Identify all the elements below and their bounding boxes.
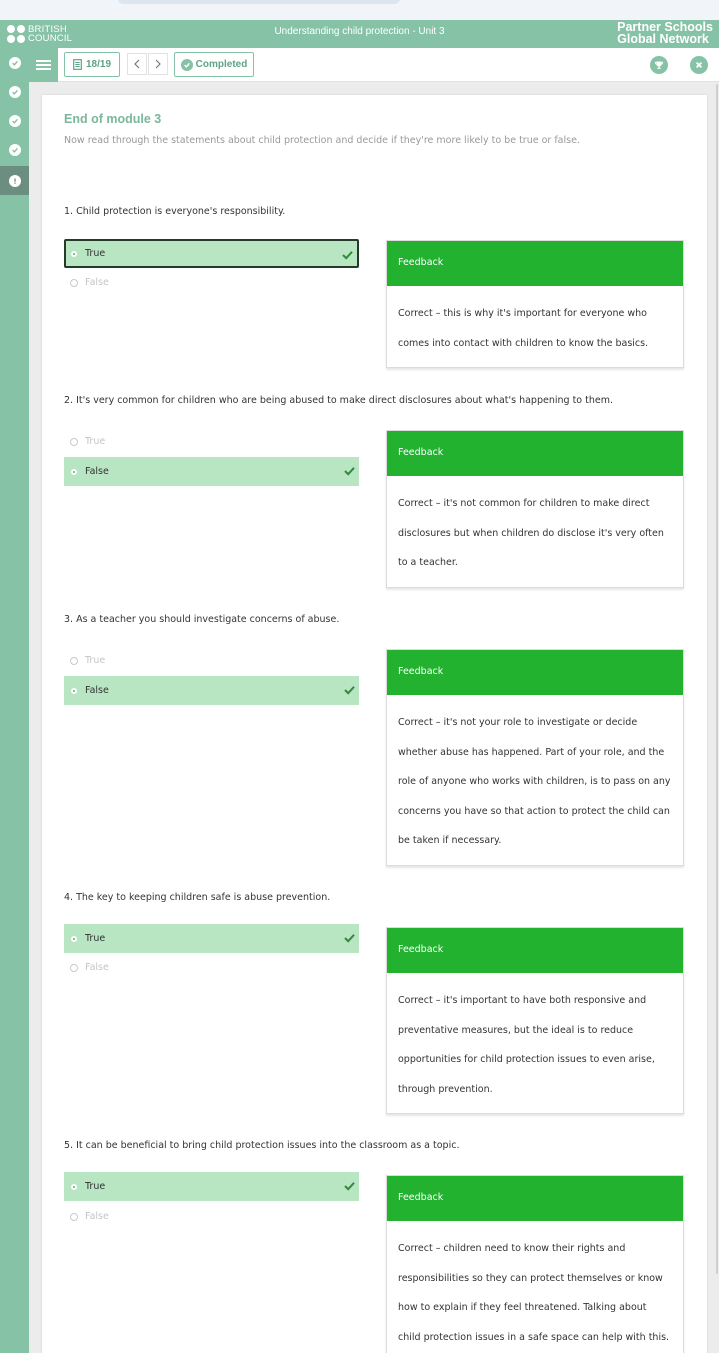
- option-label: False: [85, 685, 109, 696]
- feedback-title: Feedback: [387, 928, 683, 973]
- check-icon: [8, 85, 21, 98]
- module-intro: Now read through the statements about ch…: [64, 135, 580, 146]
- feedback-title: Feedback: [387, 431, 683, 476]
- trophy-button[interactable]: [650, 56, 668, 74]
- q1-option-false[interactable]: False: [64, 268, 359, 297]
- check-icon: [8, 56, 21, 69]
- check-icon: [344, 686, 355, 695]
- radio-button[interactable]: [70, 437, 78, 446]
- partner-schools-logo: Partner Schools Global Network: [617, 21, 713, 46]
- feedback-text: Correct – it's not common for children t…: [398, 498, 664, 568]
- check-icon: [344, 934, 355, 943]
- radio-button[interactable]: [70, 1182, 78, 1191]
- question-2-text: 2. It's very common for children who are…: [64, 395, 613, 406]
- question-1-text: 1. Child protection is everyone's respon…: [64, 206, 286, 217]
- check-icon: [8, 143, 21, 156]
- feedback-text: Correct – it's not your role to investig…: [398, 717, 671, 846]
- option-label: True: [85, 1181, 106, 1192]
- course-title: Understanding child protection - Unit 3: [274, 26, 445, 37]
- q3-option-true[interactable]: True: [64, 646, 359, 675]
- q2-feedback: Feedback Correct – it's not common for c…: [386, 430, 684, 588]
- feedback-text: Correct – this is why it's important for…: [398, 308, 649, 349]
- radio-button[interactable]: [70, 249, 78, 258]
- sidebar-item-4[interactable]: [0, 135, 29, 164]
- q1-feedback: Feedback Correct – this is why it's impo…: [386, 240, 684, 368]
- alert-icon: [8, 174, 21, 187]
- option-label: True: [85, 655, 106, 666]
- feedback-text: Correct – children need to know their ri…: [398, 1243, 670, 1343]
- previous-button[interactable]: [127, 53, 147, 75]
- question-3-text: 3. As a teacher you should investigate c…: [64, 614, 340, 625]
- menu-button[interactable]: [29, 48, 58, 82]
- q1-option-true[interactable]: True: [64, 239, 359, 268]
- check-icon: [342, 251, 353, 260]
- address-bar[interactable]: [118, 0, 400, 4]
- q4-feedback: Feedback Correct – it's important to hav…: [386, 927, 684, 1114]
- sidebar-item-1[interactable]: [0, 48, 29, 77]
- q4-option-true[interactable]: True: [64, 924, 359, 953]
- scrollbar[interactable]: [716, 84, 718, 1274]
- radio-button[interactable]: [70, 1212, 78, 1221]
- chevron-right-icon: [155, 59, 161, 69]
- radio-button[interactable]: [70, 686, 78, 695]
- browser-strip: [0, 0, 719, 20]
- radio-button[interactable]: [70, 934, 78, 943]
- completed-button[interactable]: Completed: [174, 52, 254, 77]
- top-bar: BRITISH COUNCIL Understanding child prot…: [0, 20, 719, 48]
- option-label: False: [85, 277, 109, 288]
- check-icon: [344, 467, 355, 476]
- document-icon: [73, 59, 82, 70]
- q5-option-true[interactable]: True: [64, 1172, 359, 1201]
- feedback-title: Feedback: [387, 241, 683, 286]
- sidebar: [0, 48, 29, 1353]
- hamburger-icon: [36, 58, 51, 73]
- sidebar-item-3[interactable]: [0, 106, 29, 135]
- check-icon: [344, 1182, 355, 1191]
- feedback-text: Correct – it's important to have both re…: [398, 995, 655, 1095]
- q2-option-true[interactable]: True: [64, 427, 359, 456]
- option-label: True: [85, 436, 106, 447]
- option-label: False: [85, 1211, 109, 1222]
- radio-button[interactable]: [70, 278, 78, 287]
- q3-feedback: Feedback Correct – it's not your role to…: [386, 649, 684, 866]
- sidebar-item-5[interactable]: [0, 166, 29, 195]
- option-label: True: [85, 248, 106, 259]
- radio-button[interactable]: [70, 963, 78, 972]
- network-line2: Global Network: [617, 31, 709, 46]
- chevron-left-icon: [134, 59, 140, 69]
- page-indicator-button[interactable]: 18/19: [64, 52, 120, 77]
- module-title: End of module 3: [64, 112, 162, 126]
- option-label: True: [85, 933, 106, 944]
- q5-option-false[interactable]: False: [64, 1202, 359, 1231]
- feedback-title: Feedback: [387, 650, 683, 695]
- question-4-text: 4. The key to keeping children safe is a…: [64, 892, 331, 903]
- option-label: False: [85, 466, 109, 477]
- check-icon: [8, 114, 21, 127]
- close-button[interactable]: [690, 56, 708, 74]
- content-panel: End of module 3 Now read through the sta…: [42, 95, 707, 1353]
- q5-feedback: Feedback Correct – children need to know…: [386, 1175, 684, 1353]
- feedback-title: Feedback: [387, 1176, 683, 1221]
- q4-option-false[interactable]: False: [64, 953, 359, 982]
- question-5-text: 5. It can be beneficial to bring child p…: [64, 1140, 460, 1151]
- q2-option-false[interactable]: False: [64, 457, 359, 486]
- toolbar: 18/19 Completed: [29, 48, 719, 82]
- next-button[interactable]: [148, 53, 168, 75]
- radio-button[interactable]: [70, 467, 78, 476]
- option-label: False: [85, 962, 109, 973]
- sidebar-item-2[interactable]: [0, 77, 29, 106]
- close-icon: [695, 61, 703, 69]
- completed-label: Completed: [195, 59, 248, 70]
- trophy-icon: [654, 61, 664, 69]
- radio-button[interactable]: [70, 656, 78, 665]
- page-indicator-label: 18/19: [85, 59, 112, 70]
- check-circle-icon: [180, 58, 193, 71]
- q3-option-false[interactable]: False: [64, 676, 359, 705]
